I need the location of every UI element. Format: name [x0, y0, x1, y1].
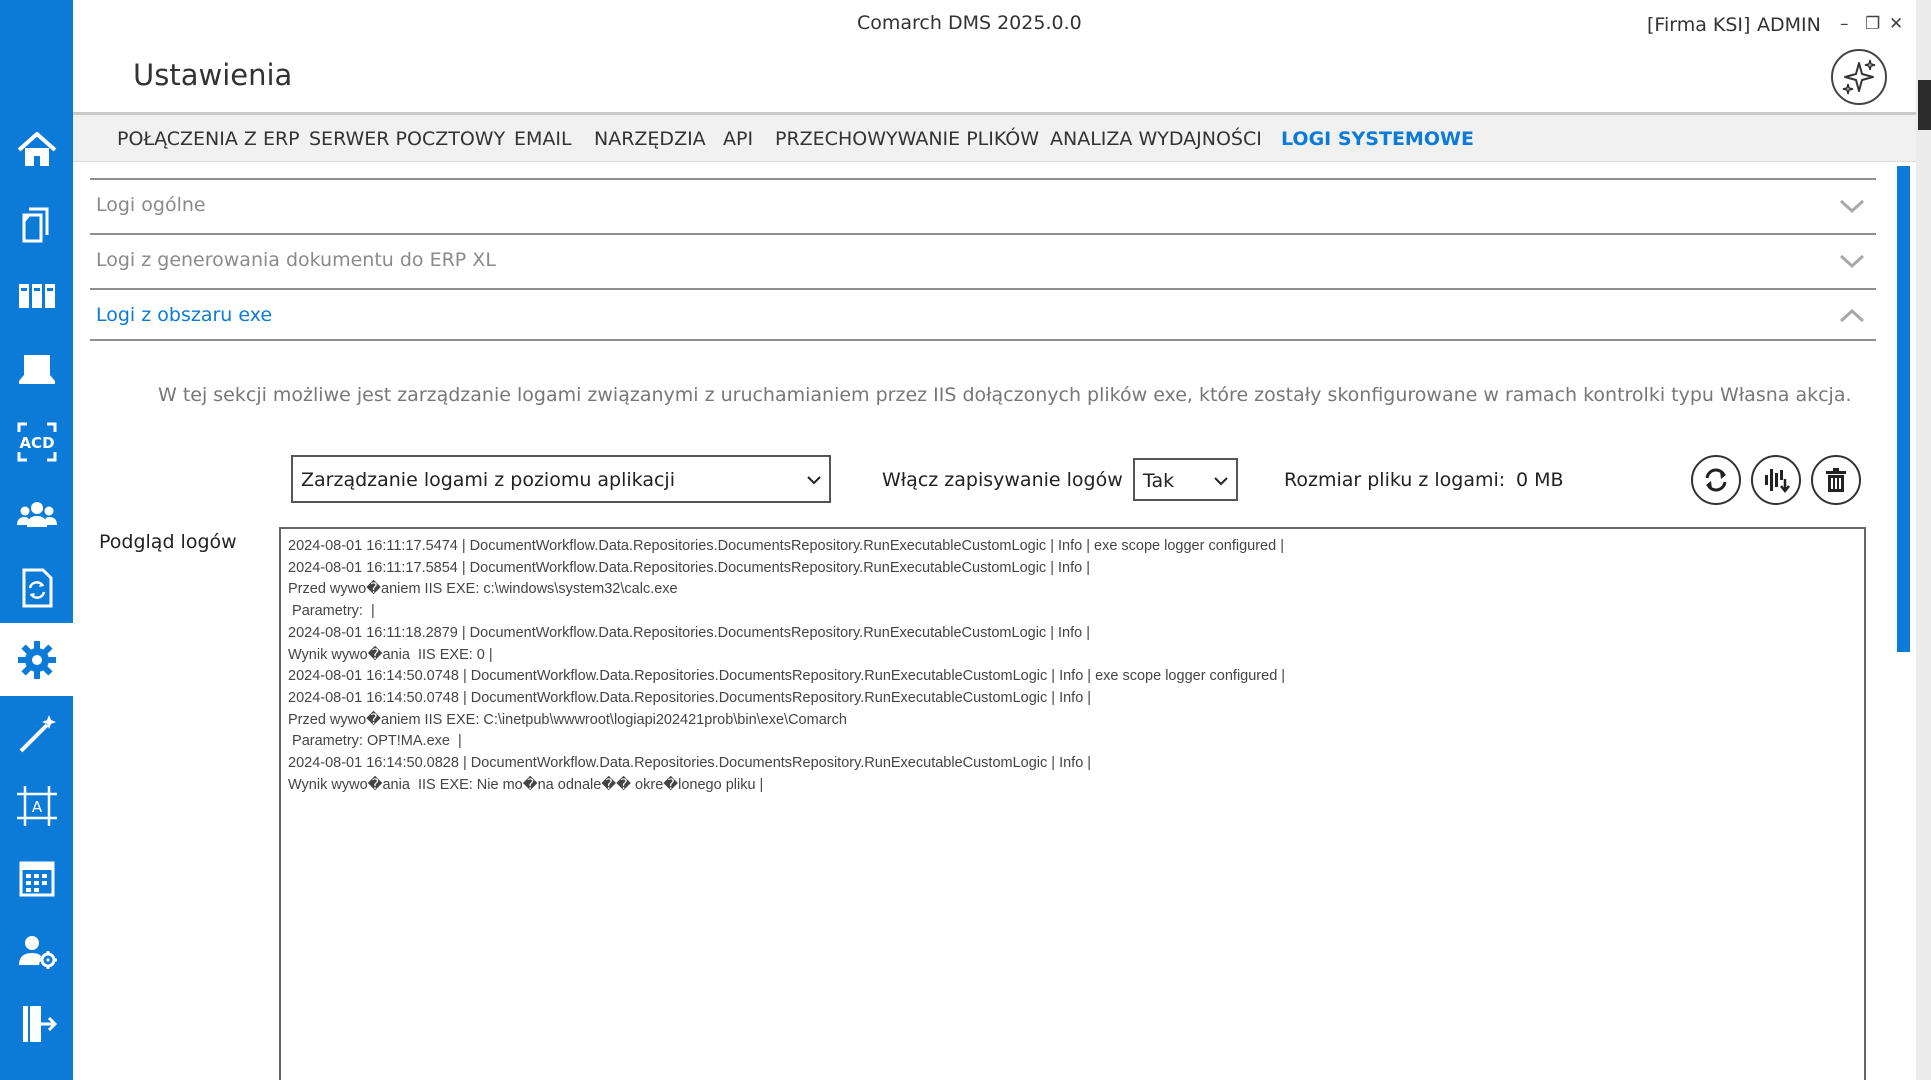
users-icon [16, 501, 57, 527]
log-line: Parametry: OPT!MA.exe | [288, 733, 462, 750]
log-mode-value: Zarządzanie logami z poziomu aplikacji [301, 469, 675, 491]
log-line: 2024-08-01 16:14:50.0748 | DocumentWorkf… [288, 689, 1092, 706]
title-bar: Comarch DMS 2025.0.0 [Firma KSI] ADMIN –… [73, 0, 1931, 50]
form-designer-icon: A [16, 785, 57, 826]
ai-assistant-button[interactable] [1831, 49, 1887, 105]
page-title: Ustawienia [133, 58, 293, 92]
sidebar-item-settings[interactable] [0, 623, 73, 696]
acd-icon: ACD [17, 422, 56, 461]
vertical-scrollbar[interactable] [1892, 162, 1916, 1080]
log-line: 2024-08-01 16:11:18.2879 | DocumentWorkf… [288, 624, 1090, 641]
tab-erp-connections[interactable]: POŁĄCZENIA Z ERP [117, 128, 300, 150]
accordion-label: Logi z generowania dokumentu do ERP XL [96, 249, 496, 271]
log-preview-label: Podgląd logów [99, 531, 237, 553]
refresh-button[interactable] [1691, 455, 1741, 505]
log-line: 2024-08-01 16:14:50.0748 | DocumentWorkf… [288, 668, 1286, 685]
scrollbar-thumb[interactable] [1897, 166, 1910, 652]
log-line: Wynik wywo�ania IIS EXE: Nie mo�na odnal… [288, 776, 764, 793]
log-mode-select[interactable]: Zarządzanie logami z poziomu aplikacji [291, 455, 831, 503]
enable-logging-label: Włącz zapisywanie logów [882, 469, 1123, 491]
tab-api[interactable]: API [723, 128, 753, 150]
sidebar-item-repository[interactable] [0, 259, 73, 332]
log-preview-textarea[interactable]: 2024-08-01 16:11:17.5474 | DocumentWorkf… [279, 527, 1866, 1080]
minimize-button[interactable]: – [1840, 14, 1849, 34]
app-window: ACD A Comarch DMS 2025.0.0 [Firma KSI] A… [0, 0, 1931, 1080]
company-name[interactable]: [Firma KSI] [1647, 14, 1750, 36]
user-settings-icon [18, 935, 57, 969]
download-logs-button[interactable] [1751, 455, 1801, 505]
sidebar-item-form-designer[interactable]: A [0, 769, 73, 842]
sidebar-item-workstation[interactable] [0, 332, 73, 405]
tab-email[interactable]: EMAIL [514, 128, 572, 150]
restore-button[interactable]: ❐ [1865, 14, 1880, 34]
sidebar-item-workflow[interactable] [0, 551, 73, 624]
log-line: Przed wywo�aniem IIS EXE: C:\inetpub\www… [288, 711, 847, 728]
home-icon [17, 131, 56, 166]
accordion-exe-logs[interactable]: Logi z obszaru exe [90, 288, 1876, 343]
close-button[interactable]: ✕ [1889, 14, 1903, 34]
calendar-icon [19, 861, 54, 896]
chevron-down-icon [807, 476, 821, 485]
accordion-general-logs[interactable]: Logi ogólne [90, 178, 1876, 233]
log-line: 2024-08-01 16:11:17.5854 | DocumentWorkf… [288, 559, 1090, 576]
window-title: Comarch DMS 2025.0.0 [857, 12, 1082, 34]
accordion-erp-xl-logs[interactable]: Logi z generowania dokumentu do ERP XL [90, 233, 1876, 288]
accordion-label: Logi z obszaru exe [96, 304, 273, 326]
trash-icon [1826, 468, 1846, 492]
log-file-size-label: Rozmiar pliku z logami: [1284, 469, 1506, 491]
user-name[interactable]: ADMIN [1757, 14, 1821, 36]
tab-file-storage[interactable]: PRZECHOWYWANIE PLIKÓW [775, 128, 1039, 150]
repository-icon [18, 283, 55, 308]
chevron-down-icon [1214, 477, 1228, 486]
enable-logging-value: Tak [1143, 470, 1175, 492]
settings-gear-icon [17, 640, 56, 679]
sidebar-item-calendar[interactable] [0, 842, 73, 915]
sparkles-icon [1842, 59, 1876, 95]
chevron-down-icon [1839, 199, 1865, 214]
tab-system-logs[interactable]: LOGI SYSTEMOWE [1281, 128, 1474, 150]
accordion-label: Logi ogólne [96, 194, 206, 216]
logout-icon [22, 1005, 57, 1042]
enable-logging-select[interactable]: Tak [1133, 458, 1238, 501]
log-line: Parametry: | [288, 603, 375, 620]
log-file-size-value: 0 MB [1516, 469, 1564, 491]
tab-tools[interactable]: NARZĘDZIA [594, 128, 706, 150]
sidebar-item-acd[interactable]: ACD [0, 405, 73, 478]
window-edge-shadow [1918, 80, 1931, 130]
tab-mail-server[interactable]: SERWER POCZTOWY [309, 128, 505, 150]
chevron-down-icon [1839, 254, 1865, 269]
download-logs-icon [1765, 469, 1790, 494]
documents-icon [22, 207, 48, 242]
workflow-document-icon [22, 568, 52, 607]
tab-performance-analysis[interactable]: ANALIZA WYDAJNOŚCI [1050, 128, 1262, 150]
sidebar-item-logout[interactable] [0, 987, 73, 1060]
sidebar-item-users[interactable] [0, 478, 73, 551]
log-line: 2024-08-01 16:11:17.5474 | DocumentWorkf… [288, 538, 1284, 554]
window-edge [1916, 0, 1931, 1080]
delete-logs-button[interactable] [1811, 455, 1861, 505]
sidebar-item-wand[interactable] [0, 696, 73, 769]
refresh-icon [1705, 468, 1727, 492]
section-description: W tej sekcji możliwe jest zarządzanie lo… [158, 384, 1852, 406]
sidebar-item-documents[interactable] [0, 186, 73, 259]
svg-text:ACD: ACD [19, 434, 54, 452]
sidebar-item-user-settings[interactable] [0, 914, 73, 987]
workstation-icon [18, 354, 55, 384]
log-line: Wynik wywo�ania IIS EXE: 0 | [288, 646, 493, 663]
divider [90, 339, 1876, 341]
sidebar-item-home[interactable] [0, 113, 73, 186]
svg-text:A: A [31, 798, 42, 816]
magic-wand-icon [19, 714, 56, 752]
log-line: Przed wywo�aniem IIS EXE: c:\windows\sys… [288, 581, 678, 598]
sidebar: ACD A [0, 0, 73, 1080]
chevron-up-icon [1839, 308, 1865, 323]
log-line: 2024-08-01 16:14:50.0828 | DocumentWorkf… [288, 755, 1092, 772]
settings-tabs: POŁĄCZENIA Z ERP SERWER POCZTOWY EMAIL N… [73, 112, 1916, 162]
